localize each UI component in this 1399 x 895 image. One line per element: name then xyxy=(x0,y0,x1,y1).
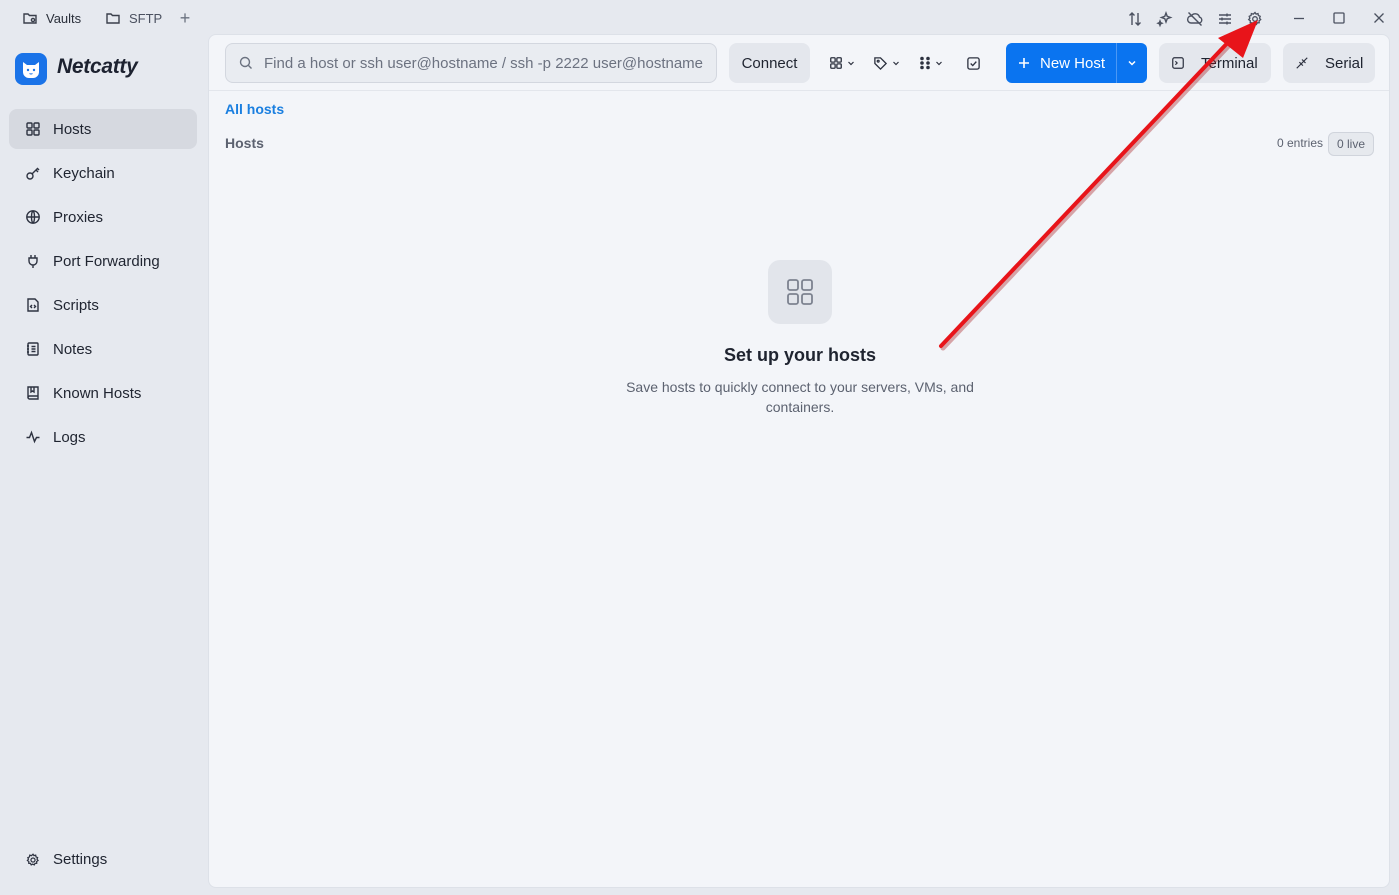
new-host-label: New Host xyxy=(1040,54,1106,72)
sidebar-item-label: Notes xyxy=(53,340,93,358)
tab-sftp[interactable]: SFTP xyxy=(105,8,162,28)
activity-icon xyxy=(25,429,41,445)
sparkle-icon[interactable] xyxy=(1156,10,1174,28)
sidebar-item-known-hosts[interactable]: Known Hosts xyxy=(9,373,197,413)
chevron-down-icon xyxy=(1128,60,1136,66)
tab-vaults[interactable]: Vaults xyxy=(22,8,81,28)
tab-label: Vaults xyxy=(46,10,82,26)
search-input[interactable] xyxy=(264,54,704,72)
empty-state-icon xyxy=(768,260,832,324)
tag-filter-dropdown[interactable] xyxy=(873,53,900,73)
chevron-down-icon xyxy=(848,61,854,66)
vault-folder-icon xyxy=(23,13,37,24)
chevron-down-icon xyxy=(893,61,899,66)
tag-icon xyxy=(874,56,888,70)
cloud-off-icon[interactable] xyxy=(1186,10,1204,28)
sidebar-item-label: Hosts xyxy=(53,120,92,138)
grid-icon xyxy=(787,279,813,305)
sidebar-item-proxies[interactable]: Proxies xyxy=(9,197,197,237)
empty-state-title: Set up your hosts xyxy=(723,345,876,365)
tab-label: SFTP xyxy=(129,10,163,26)
script-file-icon xyxy=(25,297,41,313)
toolbar: Connect New Host Te xyxy=(209,35,1389,91)
search-box[interactable] xyxy=(225,43,717,83)
folder-icon xyxy=(106,13,120,24)
new-host-main[interactable]: New Host xyxy=(1006,43,1116,83)
sidebar-item-port-forwarding[interactable]: Port Forwarding xyxy=(9,241,197,281)
serial-label: Serial xyxy=(1325,54,1364,72)
gear-icon xyxy=(26,852,39,866)
entries-count: 0 entries xyxy=(1276,136,1323,150)
sidebar-item-label: Proxies xyxy=(53,208,104,226)
serial-button[interactable]: Serial xyxy=(1283,43,1375,83)
sidebar-item-scripts[interactable]: Scripts xyxy=(9,285,197,325)
sidebar-item-notes[interactable]: Notes xyxy=(9,329,197,369)
notebook-icon xyxy=(25,341,41,357)
add-tab-button[interactable]: + xyxy=(176,9,194,27)
brand-name: Netcatty xyxy=(57,55,138,78)
sidebar-item-label: Logs xyxy=(53,428,86,446)
select-mode-button[interactable] xyxy=(966,53,981,73)
new-host-button[interactable]: New Host xyxy=(1006,43,1147,83)
sidebar-item-label: Known Hosts xyxy=(53,384,142,402)
sidebar-nav: Hosts Keychain Proxies Port Forwarding S… xyxy=(9,109,197,461)
gear-icon[interactable] xyxy=(1246,10,1264,28)
sidebar-item-logs[interactable]: Logs xyxy=(9,417,197,457)
cat-logo-icon xyxy=(23,62,39,78)
breadcrumb[interactable]: All hosts xyxy=(225,101,284,117)
search-icon xyxy=(239,56,252,69)
sidebar-item-settings[interactable]: Settings xyxy=(25,851,107,868)
empty-state-description: Save hosts to quickly connect to your se… xyxy=(626,379,974,415)
main-panel: Connect New Host Te xyxy=(208,34,1390,888)
section-title: Hosts xyxy=(225,135,264,151)
sort-dropdown[interactable] xyxy=(919,53,943,73)
drag-handle-icon xyxy=(920,56,930,70)
grid-view-icon xyxy=(830,57,842,69)
title-bar: Vaults SFTP + xyxy=(0,0,1399,36)
live-count-badge: 0 live xyxy=(1327,132,1374,156)
app-logo xyxy=(15,53,47,85)
book-icon xyxy=(25,385,41,401)
minimize-icon[interactable] xyxy=(1290,9,1308,27)
plug-icon xyxy=(25,253,41,269)
terminal-icon xyxy=(1172,57,1184,69)
sidebar-item-label: Port Forwarding xyxy=(53,252,160,270)
terminal-button[interactable]: Terminal xyxy=(1159,43,1271,83)
settings-label: Settings xyxy=(53,851,108,868)
serial-cable-icon xyxy=(1296,57,1308,69)
sliders-icon[interactable] xyxy=(1216,10,1234,28)
key-icon xyxy=(25,165,41,181)
maximize-icon[interactable] xyxy=(1330,9,1348,27)
sidebar-item-label: Keychain xyxy=(53,164,115,182)
transfer-icon[interactable] xyxy=(1126,10,1144,28)
checkbox-icon xyxy=(967,56,980,70)
new-host-dropdown[interactable] xyxy=(1117,58,1147,68)
sidebar-item-label: Scripts xyxy=(53,296,99,314)
grid-icon xyxy=(25,121,41,137)
globe-icon xyxy=(25,209,41,225)
connect-button[interactable]: Connect xyxy=(729,43,810,83)
view-mode-dropdown[interactable] xyxy=(829,53,855,73)
close-icon[interactable] xyxy=(1370,9,1388,27)
terminal-label: Terminal xyxy=(1201,54,1258,72)
sidebar-item-keychain[interactable]: Keychain xyxy=(9,153,197,193)
chevron-down-icon xyxy=(936,61,942,66)
plus-icon xyxy=(1019,58,1029,68)
sidebar-item-hosts[interactable]: Hosts xyxy=(9,109,197,149)
